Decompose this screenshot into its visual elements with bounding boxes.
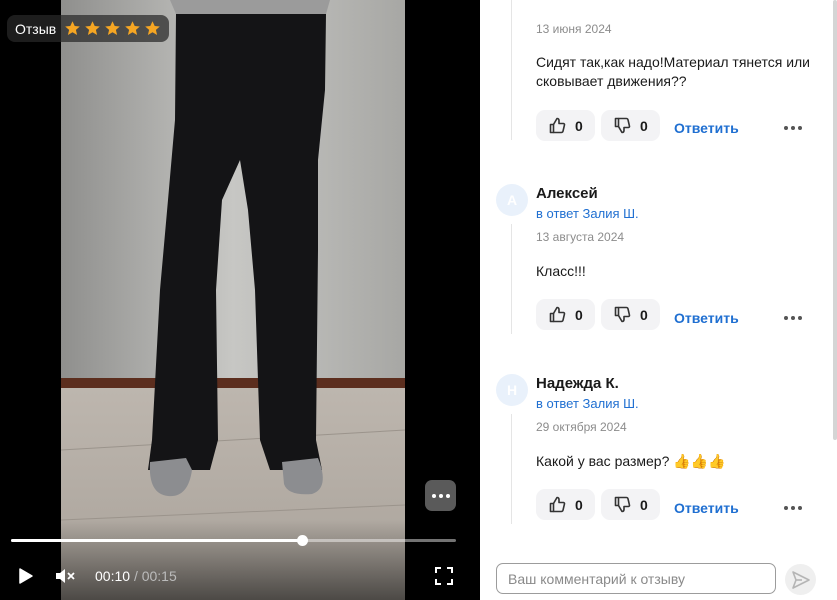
more-horizontal-icon	[784, 506, 788, 510]
comment-text: Сидят так,как надо!Материал тянется или …	[536, 54, 811, 89]
video-time: 00:10 / 00:15	[95, 568, 177, 584]
thumbs-up-icon	[549, 306, 566, 323]
more-horizontal-icon	[431, 493, 436, 498]
thread-line	[511, 224, 512, 334]
volume-muted-icon	[56, 569, 75, 583]
like-button[interactable]: 0	[536, 110, 595, 141]
comment-item: Н Надежда К. в ответ Залия Ш. 29 октября…	[496, 374, 816, 534]
current-time: 00:10	[95, 568, 131, 584]
review-badge-label: Отзыв	[15, 20, 57, 37]
video-controls: 00:10 / 00:15	[0, 520, 480, 600]
comment-date: 13 июня 2024	[536, 22, 612, 36]
reply-button[interactable]: Ответить	[674, 120, 739, 136]
dislike-button[interactable]: 0	[601, 110, 660, 141]
comment-text: Какой у вас размер? 👍👍👍	[536, 453, 726, 469]
play-button[interactable]	[13, 564, 37, 588]
review-viewer: Отзыв 00:10 / 00:15 13 июня 2024 Сидят т…	[0, 0, 837, 600]
avatar: Н	[496, 374, 528, 406]
comment-input[interactable]	[497, 564, 775, 593]
video-progress-fill	[11, 539, 303, 542]
reply-to-link[interactable]: в ответ Залия Ш.	[536, 206, 639, 221]
reply-button[interactable]: Ответить	[674, 500, 739, 516]
video-more-button[interactable]	[425, 480, 456, 511]
thumbs-up-icon	[549, 496, 566, 513]
fullscreen-button[interactable]	[432, 564, 456, 588]
thumbs-down-icon	[614, 117, 631, 134]
comment-author[interactable]: Алексей	[536, 185, 598, 202]
like-button[interactable]: 0	[536, 489, 595, 520]
dislike-count: 0	[640, 306, 648, 323]
fullscreen-icon	[435, 567, 453, 585]
total-time: 00:15	[141, 568, 177, 584]
send-icon	[791, 570, 810, 589]
reply-button[interactable]: Ответить	[674, 310, 739, 326]
comment-item: 13 июня 2024 Сидят так,как надо!Материал…	[496, 0, 816, 170]
like-count: 0	[575, 496, 583, 513]
comment-more-button[interactable]	[784, 316, 802, 320]
thumbs-down-icon	[614, 496, 631, 513]
star-icon	[125, 21, 141, 35]
comment-input-wrapper	[496, 563, 776, 594]
comments-scrollbar[interactable]	[833, 0, 837, 440]
video-frame	[0, 0, 480, 600]
star-icon	[145, 21, 161, 35]
like-count: 0	[575, 117, 583, 134]
more-horizontal-icon	[784, 126, 788, 130]
comment-more-button[interactable]	[784, 126, 802, 130]
video-player[interactable]: Отзыв 00:10 / 00:15	[0, 0, 480, 600]
comment-item: А Алексей в ответ Залия Ш. 13 августа 20…	[496, 184, 816, 344]
rating-stars	[64, 20, 161, 37]
video-progress-handle[interactable]	[297, 535, 309, 546]
comment-author[interactable]: Надежда К.	[536, 375, 619, 392]
dislike-count: 0	[640, 496, 648, 513]
reply-to-link[interactable]: в ответ Залия Ш.	[536, 396, 639, 411]
dislike-button[interactable]: 0	[601, 489, 660, 520]
thread-line	[511, 0, 512, 140]
avatar: А	[496, 184, 528, 216]
comment-date: 29 октября 2024	[536, 420, 627, 434]
play-icon	[19, 568, 33, 584]
comment-more-button[interactable]	[784, 506, 802, 510]
more-horizontal-icon	[784, 316, 788, 320]
star-icon	[65, 21, 81, 35]
thumbs-down-icon	[614, 306, 631, 323]
star-icon	[85, 21, 101, 35]
mute-button[interactable]	[53, 564, 77, 588]
dislike-button[interactable]: 0	[601, 299, 660, 330]
like-button[interactable]: 0	[536, 299, 595, 330]
dislike-count: 0	[640, 117, 648, 134]
star-icon	[105, 21, 121, 35]
comment-date: 13 августа 2024	[536, 230, 625, 244]
video-progress-bar[interactable]	[11, 535, 456, 546]
comments-panel: 13 июня 2024 Сидят так,как надо!Материал…	[480, 0, 837, 600]
send-button[interactable]	[785, 564, 816, 595]
like-count: 0	[575, 306, 583, 323]
thread-line	[511, 414, 512, 524]
thumbs-up-icon	[549, 117, 566, 134]
review-rating-badge: Отзыв	[7, 15, 170, 42]
comment-text: Класс!!!	[536, 263, 586, 279]
time-separator: /	[133, 568, 138, 584]
